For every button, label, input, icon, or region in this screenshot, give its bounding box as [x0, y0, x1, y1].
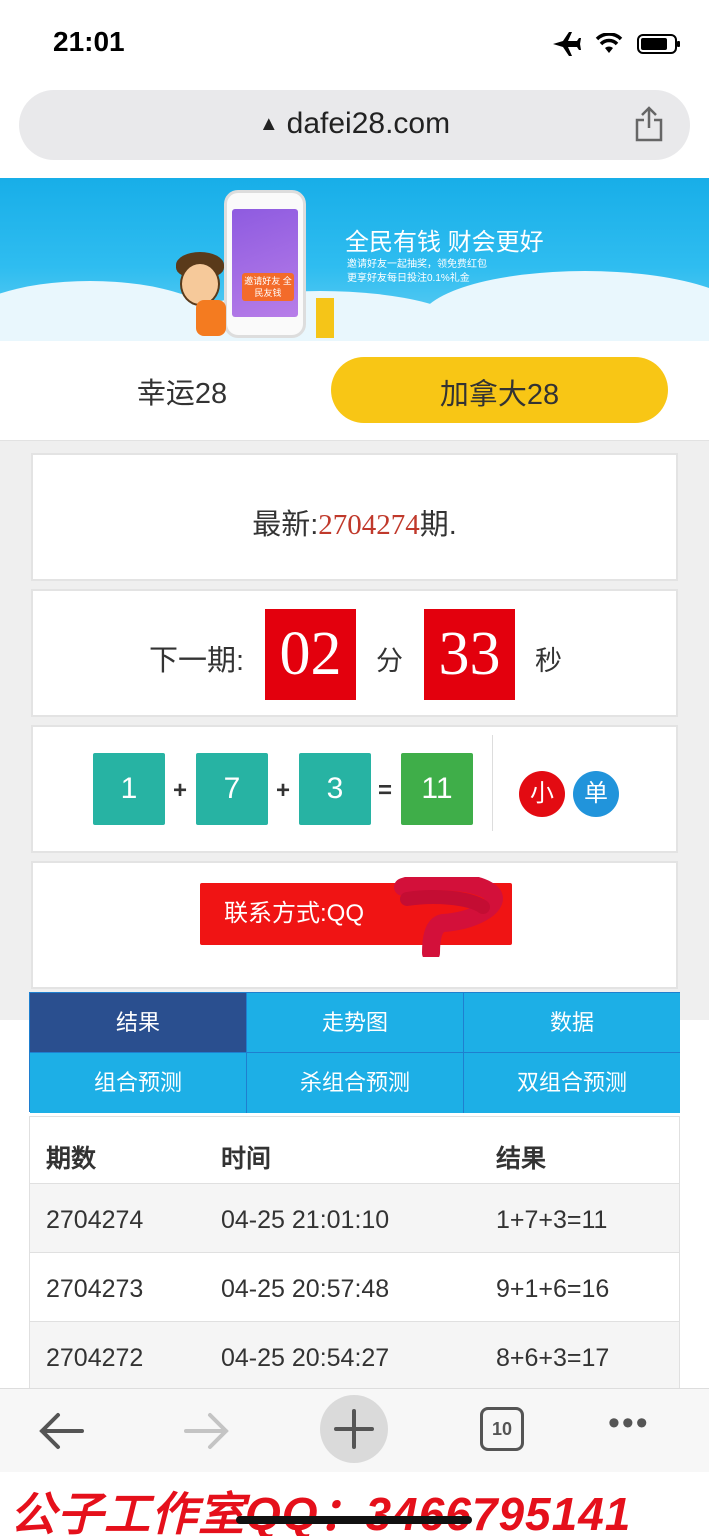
promo-banner[interactable]: 邀请好友 全民友钱 全民有钱 财会更好 邀请好友一起抽奖，领免费红包 更享好友每…	[0, 178, 709, 341]
nav-data[interactable]: 数据	[464, 993, 680, 1053]
next-draw-label: 下一期:	[149, 645, 245, 677]
divider	[492, 735, 493, 831]
parity-badge: 单	[573, 771, 619, 817]
lock-icon: ▲	[258, 113, 279, 135]
url-text: dafei28.com	[286, 107, 451, 140]
watermark-text: 公子工作室QQ：3466795141	[10, 1488, 632, 1536]
row-time: 04-25 20:57:48	[221, 1275, 390, 1303]
forward-arrow-icon	[184, 1413, 229, 1449]
home-indicator	[236, 1516, 472, 1524]
nav-results[interactable]: 结果	[30, 993, 247, 1053]
table-row[interactable]: 2704272 04-25 20:54:27 8+6+3=17	[29, 1322, 680, 1391]
equals-sign: =	[378, 777, 393, 804]
status-time: 21:01	[53, 26, 125, 57]
row-time: 04-25 21:01:10	[221, 1206, 390, 1234]
results-table: 期数 时间 结果 2704274 04-25 21:01:10 1+7+3=11…	[29, 1116, 680, 1391]
latest-issue: 最新:2704274期.	[252, 509, 457, 541]
header-result: 结果	[496, 1145, 547, 1173]
latest-issue-number: 2704274	[318, 509, 420, 541]
row-result: 8+6+3=17	[496, 1344, 610, 1372]
watermark: 公子工作室QQ：3466795141	[0, 1474, 709, 1536]
row-issue: 2704272	[46, 1344, 144, 1372]
row-result: 9+1+6=16	[496, 1275, 610, 1303]
row-issue: 2704274	[46, 1206, 144, 1234]
nav-combo-prediction[interactable]: 组合预测	[30, 1053, 247, 1113]
status-bar: 21:01	[0, 0, 709, 88]
plus-sign: +	[276, 777, 291, 804]
table-header: 期数 时间 结果	[29, 1116, 680, 1184]
nav-double-combo-prediction[interactable]: 双组合预测	[464, 1053, 680, 1113]
countdown-card: 下一期: 02 分 33 秒	[31, 589, 678, 717]
table-row[interactable]: 2704274 04-25 21:01:10 1+7+3=11	[29, 1184, 680, 1253]
airplane-icon	[553, 32, 581, 56]
result-ball-2: 7	[196, 753, 268, 825]
battery-icon	[637, 34, 680, 54]
banner-title: 全民有钱 财会更好	[345, 229, 544, 256]
share-icon[interactable]	[634, 106, 664, 142]
result-ball-3: 3	[299, 753, 371, 825]
row-result: 1+7+3=11	[496, 1206, 608, 1234]
mascot-body	[196, 300, 226, 336]
result-ball-1: 1	[93, 753, 165, 825]
tabs-icon[interactable]: 10	[480, 1407, 524, 1451]
wifi-icon	[595, 33, 623, 53]
address-bar[interactable]: ▲ dafei28.com	[19, 90, 690, 160]
nav-kill-combo-prediction[interactable]: 杀组合预测	[247, 1053, 464, 1113]
result-sum: 11	[401, 753, 473, 825]
plus-icon	[334, 1409, 374, 1449]
header-issue: 期数	[46, 1145, 97, 1173]
banner-subtitle: 邀请好友一起抽奖，领免费红包 更享好友每日投注0.1%礼金	[347, 259, 487, 284]
minutes-unit: 分	[376, 646, 403, 676]
plus-sign: +	[173, 777, 188, 804]
nav-trend-chart[interactable]: 走势图	[247, 993, 464, 1053]
browser-toolbar: 10 •••	[0, 1388, 709, 1472]
row-time: 04-25 20:54:27	[221, 1344, 390, 1372]
phone-illustration-text: 邀请好友 全民友钱	[242, 273, 294, 301]
latest-issue-card: 最新:2704274期.	[31, 453, 678, 581]
phone-illustration: 邀请好友 全民友钱	[224, 190, 306, 338]
redaction-scribble	[394, 877, 503, 957]
status-icons	[551, 30, 681, 58]
back-arrow-icon[interactable]	[36, 1411, 86, 1451]
tab-canada28[interactable]: 加拿大28	[331, 357, 668, 423]
tab-lucky28[interactable]: 幸运28	[60, 370, 304, 412]
contact-card: 联系方式:QQ	[31, 861, 678, 989]
lottery-content: 最新:2704274期. 下一期: 02 分 33 秒 1 + 7 + 3 = …	[0, 440, 709, 1020]
size-badge: 小	[519, 771, 565, 817]
result-nav: 结果 走势图 数据 组合预测 杀组合预测 双组合预测	[29, 992, 680, 1113]
row-issue: 2704273	[46, 1275, 144, 1303]
more-icon[interactable]: •••	[608, 1406, 650, 1440]
table-row[interactable]: 2704273 04-25 20:57:48 9+1+6=16	[29, 1253, 680, 1322]
latest-result-card: 1 + 7 + 3 = 11 小 单	[31, 725, 678, 853]
header-time: 时间	[221, 1145, 272, 1173]
countdown-seconds: 33	[424, 609, 515, 700]
countdown-minutes: 02	[265, 609, 356, 700]
new-tab-button[interactable]	[320, 1395, 388, 1463]
lottery-tabs: 幸运28 加拿大28	[0, 342, 709, 440]
building-illustration	[316, 298, 334, 338]
seconds-unit: 秒	[535, 646, 562, 676]
